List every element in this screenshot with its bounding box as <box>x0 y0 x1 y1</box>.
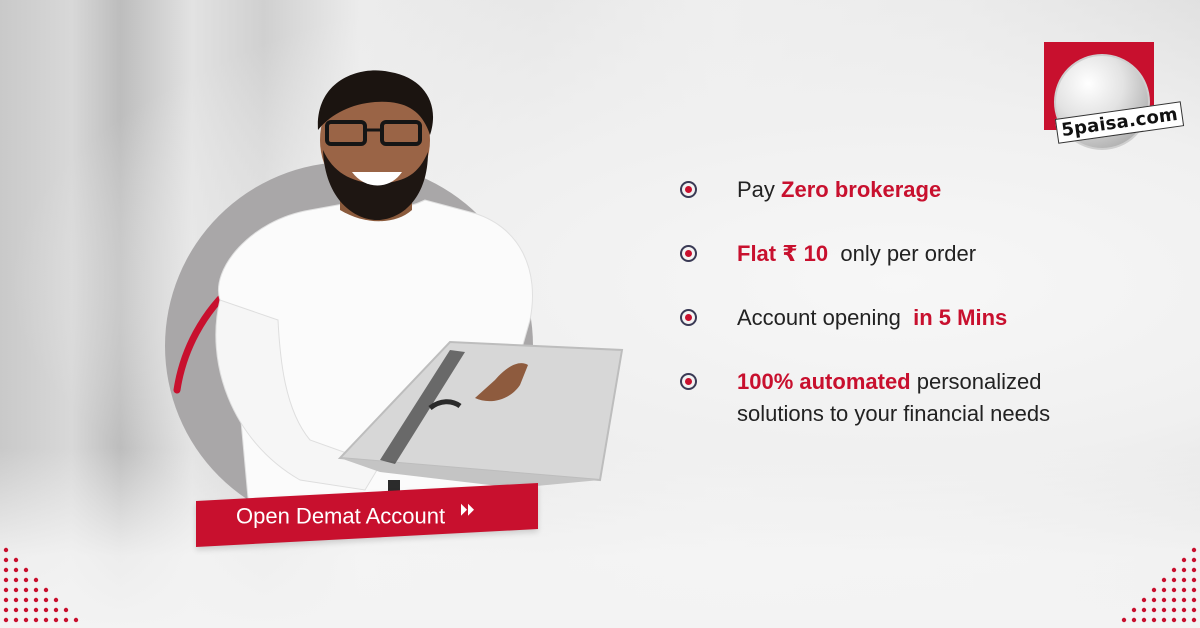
dot <box>23 577 29 583</box>
dot <box>1181 557 1187 563</box>
dot <box>1191 557 1197 563</box>
dot <box>3 617 9 623</box>
dot <box>1161 617 1167 623</box>
dot <box>1141 597 1147 603</box>
dot <box>1171 587 1177 593</box>
dot <box>1141 617 1147 623</box>
dot <box>1151 597 1157 603</box>
dot <box>1171 617 1177 623</box>
dot <box>1191 547 1197 553</box>
dot <box>13 577 19 583</box>
dot <box>1171 577 1177 583</box>
dot <box>1171 607 1177 613</box>
dot <box>23 587 29 593</box>
dot <box>1161 607 1167 613</box>
dot <box>1161 597 1167 603</box>
dot <box>1161 587 1167 593</box>
dot <box>1141 607 1147 613</box>
dot <box>1151 607 1157 613</box>
dot <box>13 567 19 573</box>
dot <box>13 557 19 563</box>
man-with-laptop-image <box>215 70 624 520</box>
dot <box>1181 587 1187 593</box>
dot <box>33 587 39 593</box>
dot <box>63 607 69 613</box>
feature-text: Flat ₹ 10 only per order <box>737 241 977 266</box>
dot <box>43 587 49 593</box>
bullet-icon <box>680 373 697 390</box>
dot <box>13 617 19 623</box>
dot <box>13 597 19 603</box>
dot <box>1181 617 1187 623</box>
feature-text: 100% automated personalized solutions to … <box>737 369 1051 426</box>
dot <box>1181 577 1187 583</box>
dot <box>63 617 69 623</box>
dot <box>43 597 49 603</box>
dot <box>33 577 39 583</box>
dot-pattern-right <box>1121 547 1197 623</box>
dot <box>1181 607 1187 613</box>
dot <box>1191 587 1197 593</box>
dot <box>23 607 29 613</box>
dot <box>1181 597 1187 603</box>
dot <box>13 607 19 613</box>
dot <box>23 567 29 573</box>
dot <box>1191 607 1197 613</box>
dot <box>33 597 39 603</box>
dot <box>1171 597 1177 603</box>
dot <box>33 617 39 623</box>
bullet-icon <box>680 309 697 326</box>
dot <box>1151 587 1157 593</box>
bullet-icon <box>680 181 697 198</box>
dot <box>53 597 59 603</box>
dot <box>1191 567 1197 573</box>
dot <box>1131 607 1137 613</box>
dot <box>1191 617 1197 623</box>
dot <box>23 597 29 603</box>
5paisa-logo: 5paisa.com <box>1040 40 1185 150</box>
dot <box>53 617 59 623</box>
dot <box>1151 617 1157 623</box>
dot <box>3 577 9 583</box>
feature-text: Pay Zero brokerage <box>737 177 942 202</box>
dot <box>73 617 79 623</box>
dot <box>13 587 19 593</box>
dot <box>33 607 39 613</box>
feature-item-flat-fee: Flat ₹ 10 only per order <box>680 238 976 270</box>
dot <box>43 617 49 623</box>
dot <box>1161 577 1167 583</box>
feature-item-zero-brokerage: Pay Zero brokerage <box>680 174 941 206</box>
dot <box>3 547 9 553</box>
cta-label: Open Demat Account <box>236 503 446 529</box>
feature-item-automated-solutions: 100% automated personalized solutions to … <box>680 366 1050 430</box>
bullet-icon <box>680 245 697 262</box>
dot <box>3 597 9 603</box>
dot <box>53 607 59 613</box>
double-chevron-right-icon <box>459 502 477 518</box>
feature-text: Account opening in 5 Mins <box>737 305 1008 330</box>
dot <box>1131 617 1137 623</box>
dot <box>43 607 49 613</box>
dot <box>3 607 9 613</box>
dot <box>1191 577 1197 583</box>
dot <box>1171 567 1177 573</box>
dot <box>1181 567 1187 573</box>
dot <box>23 617 29 623</box>
dot <box>3 557 9 563</box>
dot <box>3 567 9 573</box>
dot-pattern-left <box>3 547 79 623</box>
dot <box>3 587 9 593</box>
dot <box>1191 597 1197 603</box>
feature-item-account-opening: Account opening in 5 Mins <box>680 302 1007 334</box>
dot <box>1121 617 1127 623</box>
